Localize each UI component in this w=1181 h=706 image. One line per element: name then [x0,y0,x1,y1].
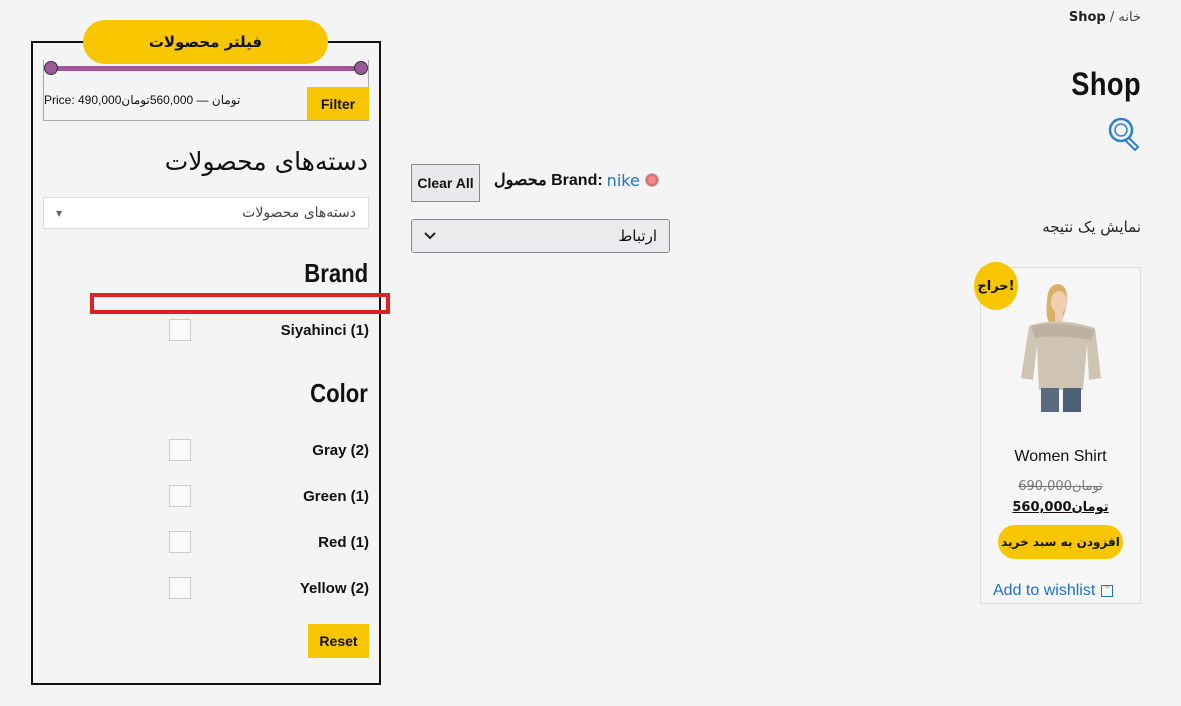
color-item-red[interactable]: Red (1) [318,534,369,551]
filter-title: فیلتر محصولات [83,20,328,64]
breadcrumb-current: Shop [1068,10,1106,25]
color-heading: Color [310,378,368,408]
product-image[interactable] [1017,280,1107,412]
color-item-gray[interactable]: Gray (2) [312,442,369,459]
price-slider-track[interactable] [49,66,362,71]
remove-filter-icon[interactable] [645,174,658,186]
color-item-green[interactable]: Green (1) [303,488,369,505]
sort-selected-value: ارتباط [618,227,657,245]
product-name[interactable]: Women Shirt [980,448,1141,466]
price-slider-max-handle[interactable] [354,61,368,75]
reset-button[interactable]: Reset [308,624,369,658]
brand-checkbox[interactable] [169,319,191,341]
color-checkbox-red[interactable] [169,531,191,553]
price-range-label: Price: 490,000تومان — 560,000تومان [44,93,241,107]
categories-select-value: دسته‌های محصولات [242,205,356,221]
page-title: Shop [1071,66,1141,102]
categories-heading: دسته‌های محصولات [164,147,368,176]
sale-badge: حراج! [974,262,1018,310]
filter-button[interactable]: Filter [307,87,369,120]
wishlist-icon: ▫▫ [1101,585,1114,597]
color-item-yellow[interactable]: Yellow (2) [300,580,369,597]
active-filter-value[interactable]: nike [607,171,640,190]
brand-item-label[interactable]: Siyahinci (1) [281,322,369,339]
categories-select[interactable]: دسته‌های محصولات ▼ [43,197,369,229]
add-to-wishlist-link[interactable]: Add to wishlist ▫▫ [993,582,1114,600]
breadcrumb-separator: / [1109,10,1115,25]
add-to-cart-button[interactable]: افزودن به سبد خرید [998,525,1123,559]
old-price: 690,000تومان [1018,479,1103,494]
color-checkbox-yellow[interactable] [169,577,191,599]
sort-select[interactable]: ارتباط [411,219,670,253]
active-filter: محصول Brand: nike [494,170,658,190]
new-price: 560,000تومان [1012,500,1109,515]
color-checkbox-green[interactable] [169,485,191,507]
breadcrumb-home[interactable]: خانه [1118,10,1141,25]
clear-all-button[interactable]: Clear All [411,164,480,202]
highlight-box [90,293,390,314]
caret-down-icon: ▼ [56,208,63,218]
brand-heading: Brand [304,258,368,288]
price-slider-min-handle[interactable] [44,61,58,75]
active-filter-label: محصول Brand: [494,172,603,189]
color-checkbox-gray[interactable] [169,439,191,461]
search-icon[interactable] [1107,116,1141,152]
breadcrumb: خانه / Shop [1069,10,1141,25]
result-count: نمایش یک نتیجه [1042,218,1141,236]
chevron-down-icon [424,232,436,240]
wishlist-label: Add to wishlist [993,582,1096,599]
